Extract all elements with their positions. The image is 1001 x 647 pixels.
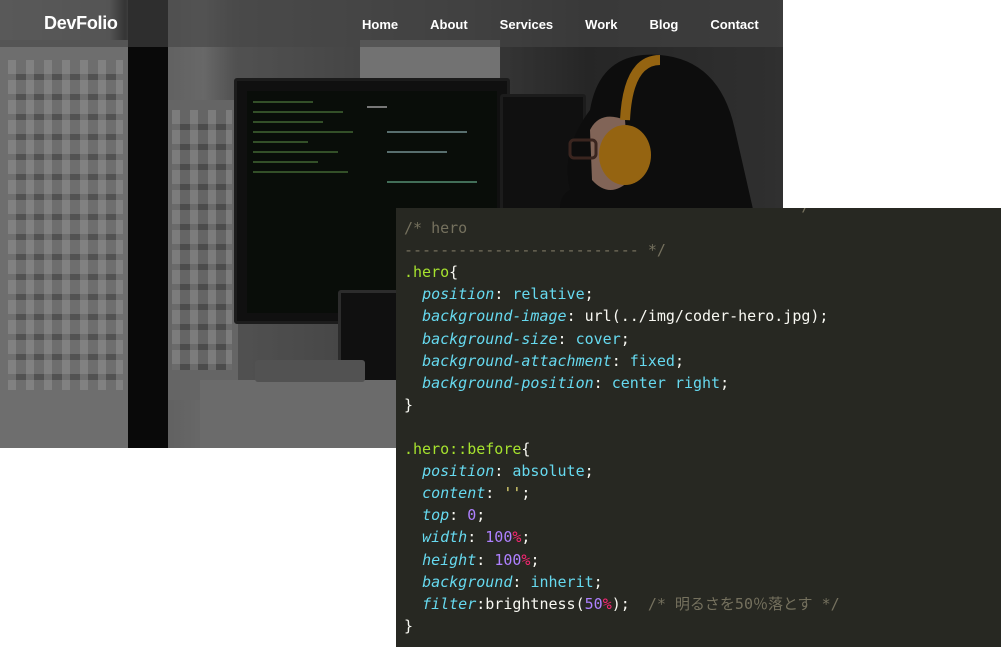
code-line: height: 100%;: [422, 550, 540, 569]
nav-menu: Home About Services Work Blog Contact: [362, 17, 791, 32]
code-comment: /* hero: [404, 219, 468, 238]
code-line: background: inherit;: [422, 572, 603, 591]
nav-link-work[interactable]: Work: [585, 17, 617, 32]
code-block: ----------------------------------------…: [404, 208, 840, 637]
code-line: filter:brightness(50%); /* 明るさを50％落とす */: [422, 594, 840, 613]
nav-link-about[interactable]: About: [430, 17, 468, 32]
nav-link-contact[interactable]: Contact: [710, 17, 758, 32]
site-logo[interactable]: DevFolio: [44, 13, 118, 34]
nav-link-blog[interactable]: Blog: [649, 17, 678, 32]
code-line: background-position: center right;: [422, 373, 730, 392]
code-line: background-image: url(../img/coder-hero.…: [422, 307, 829, 326]
code-line: background-attachment: fixed;: [422, 351, 684, 370]
nav-link-services[interactable]: Services: [500, 17, 554, 32]
code-line: .hero::before{: [404, 440, 531, 459]
code-line: }: [404, 616, 414, 635]
site-navbar: DevFolio Home About Services Work Blog C…: [0, 0, 783, 47]
code-comment: ----------------------------------------…: [404, 208, 810, 215]
code-line: content: '';: [422, 484, 531, 503]
nav-link-home[interactable]: Home: [362, 17, 398, 32]
code-line: background-size: cover;: [422, 329, 630, 348]
code-comment: -------------------------- */: [404, 241, 666, 260]
code-line: .hero{: [404, 263, 459, 282]
code-line: position: absolute;: [422, 462, 594, 481]
css-code-snippet: ----------------------------------------…: [396, 208, 1001, 647]
code-line: top: 0;: [422, 506, 486, 525]
code-line: }: [404, 395, 414, 414]
code-line: width: 100%;: [422, 528, 531, 547]
code-line: position: relative;: [422, 285, 594, 304]
